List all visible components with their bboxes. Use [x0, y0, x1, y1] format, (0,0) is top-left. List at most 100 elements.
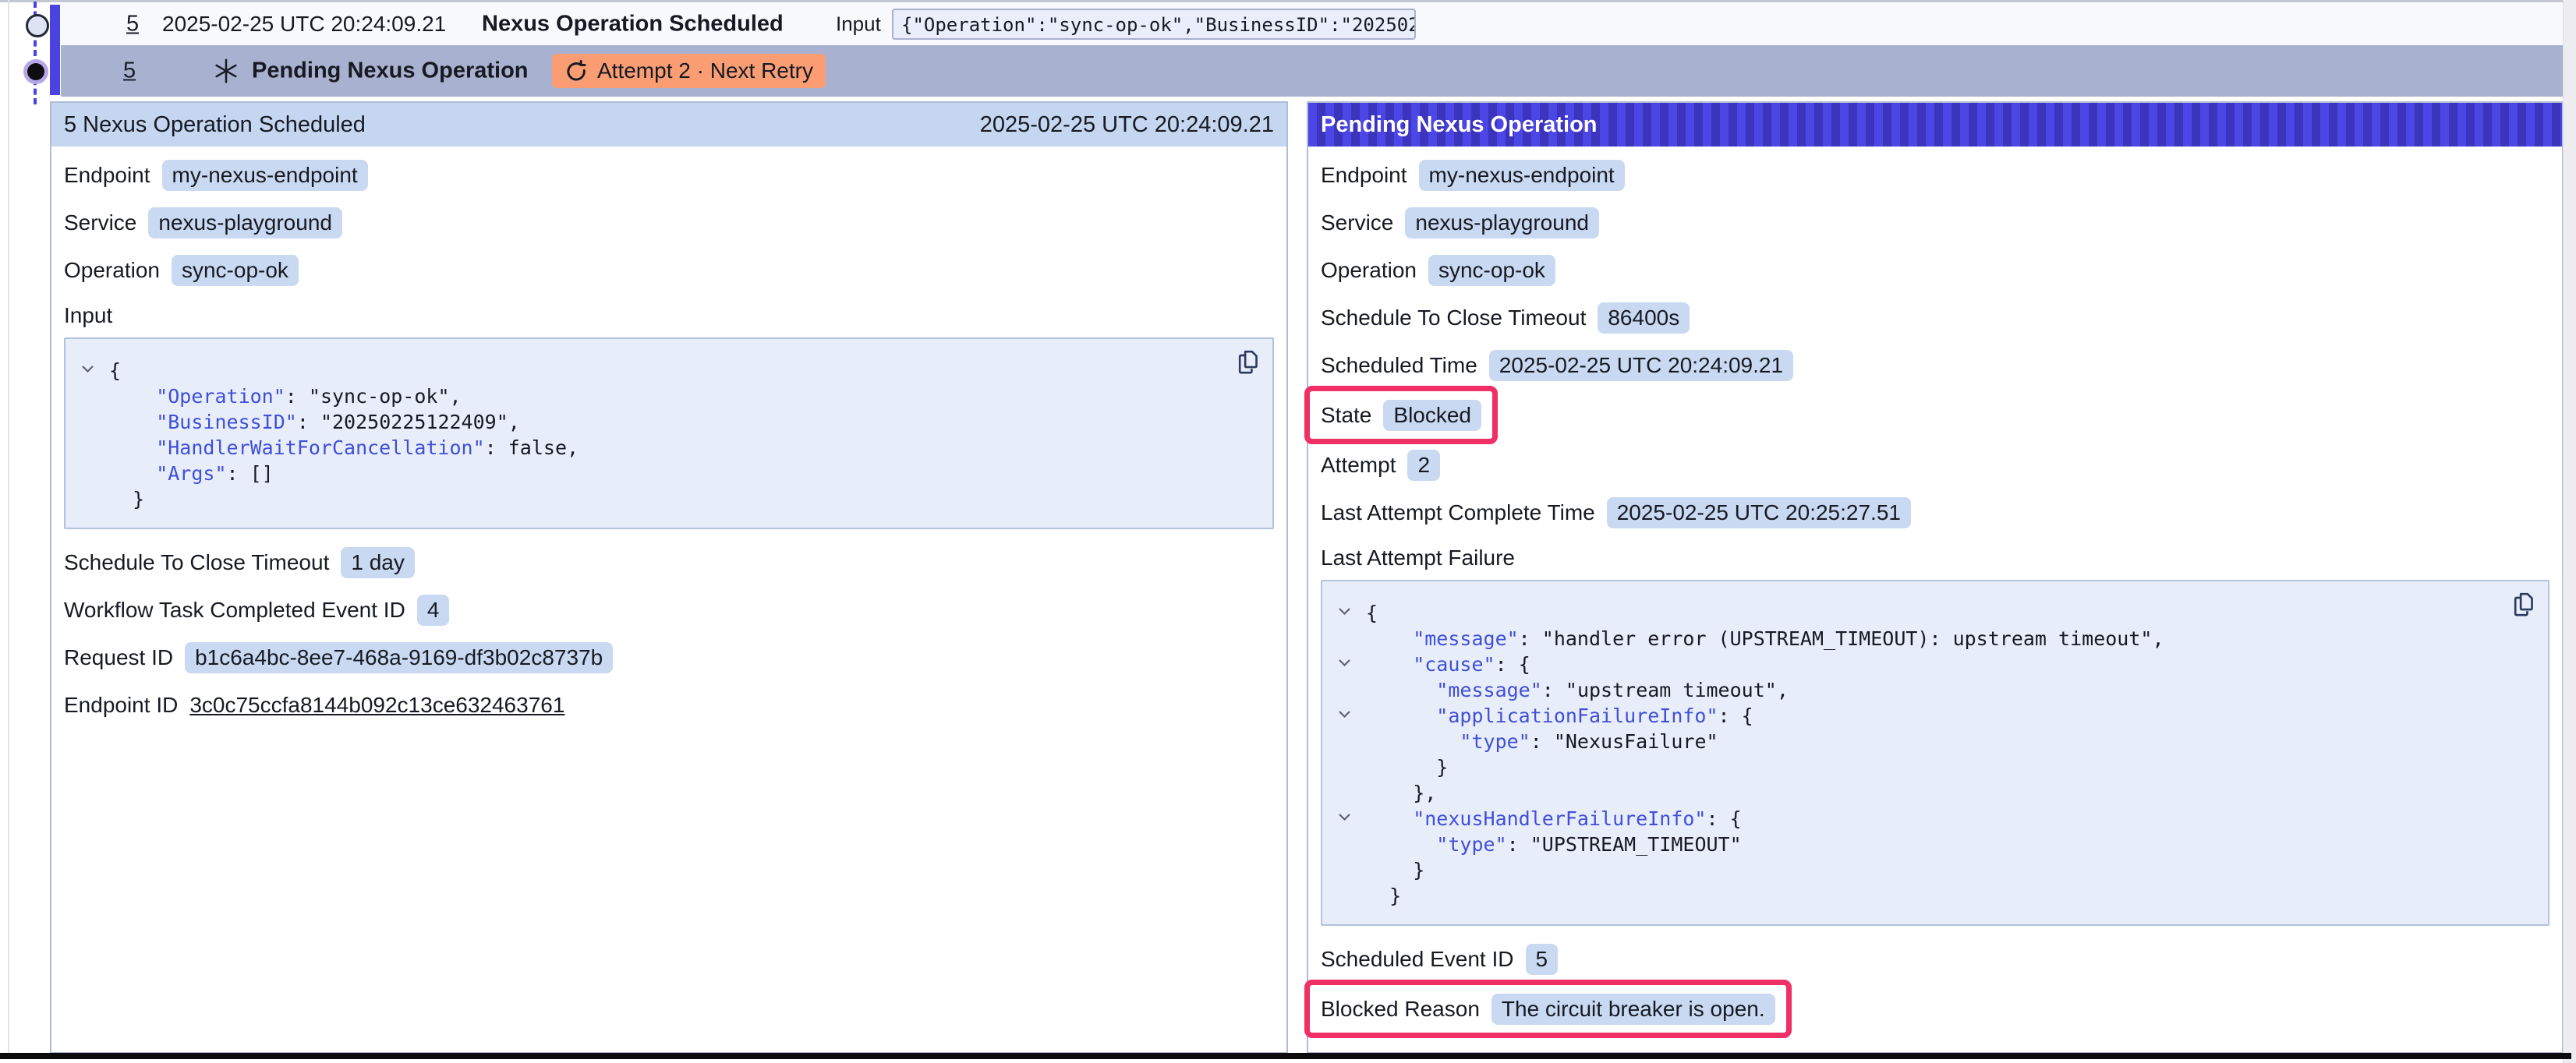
section-label: Input: [64, 303, 1274, 328]
json-key: "message": [1366, 679, 1542, 701]
code-line: "message": "handler error (UPSTREAM_TIME…: [1366, 626, 2532, 652]
json-key: "Args": [109, 462, 227, 485]
section-label: Last Attempt Failure: [1321, 546, 2549, 570]
code-line: {: [109, 358, 1257, 383]
annotation-highlight: Blocked Reason The circuit breaker is ope…: [1304, 980, 1792, 1038]
field-value[interactable]: 3c0c75ccfa8144b092c13ce632463761: [189, 693, 564, 718]
json-text: }: [1366, 756, 1448, 779]
json-key: "HandlerWaitForCancellation": [109, 436, 485, 459]
json-key: "message": [1366, 627, 1519, 650]
json-text: "UPSTREAM_TIMEOUT": [1530, 833, 1742, 856]
collapse-chevron-icon[interactable]: [1338, 813, 1351, 821]
code-line: "Args": []: [109, 461, 1257, 486]
code-line: "message": "upstream timeout",: [1366, 677, 2532, 703]
json-text: :: [485, 436, 508, 459]
json-text: false,: [508, 436, 579, 459]
field-label: Blocked Reason: [1321, 997, 1480, 1022]
code-line: "type": "UPSTREAM_TIMEOUT": [1366, 832, 2532, 857]
collapse-chevron-icon[interactable]: [1338, 710, 1351, 719]
json-text: "upstream timeout",: [1566, 679, 1789, 701]
code-line: {: [1366, 600, 2532, 626]
timeline-active-bar: [50, 5, 60, 95]
field-label: Attempt: [1321, 453, 1396, 478]
json-text: }: [1366, 885, 1401, 907]
json-text: },: [1366, 782, 1436, 804]
json-key: "BusinessID": [109, 411, 297, 433]
field-value: 4: [417, 595, 450, 626]
code-line: }: [1366, 857, 2532, 883]
field-row-state: StateBlocked: [1321, 399, 1481, 431]
json-text: "handler error (UPSTREAM_TIMEOUT): upstr…: [1542, 627, 2164, 650]
event-row-pending-nexus-operation[interactable]: 5 Pending Nexus Operation Attempt 2 · Ne…: [61, 45, 2564, 97]
code-block: { "Operation": "sync-op-ok", "BusinessID…: [64, 337, 1274, 529]
json-key: "type": [1366, 833, 1507, 856]
collapse-chevron-icon[interactable]: [1338, 607, 1351, 616]
json-text: "20250225122409",: [320, 411, 520, 433]
code-line: }: [1366, 754, 2532, 780]
code-line: "BusinessID": "20250225122409",: [109, 409, 1257, 435]
event-title: Nexus Operation Scheduled: [482, 12, 784, 37]
event-row-nexus-operation-scheduled[interactable]: 5 2025-02-25 UTC 20:24:09.21 Nexus Opera…: [61, 3, 2564, 45]
collapse-chevron-icon[interactable]: [1338, 659, 1351, 667]
json-text: :: [1707, 807, 1730, 830]
field-value: 1 day: [341, 547, 415, 578]
event-input-label: Input: [836, 12, 881, 37]
json-text: :: [297, 411, 320, 433]
field-value: 86400s: [1598, 302, 1690, 334]
json-text: :: [1495, 653, 1519, 676]
json-text: :: [1507, 833, 1530, 856]
field-row-scheduled-time: Scheduled Time2025-02-25 UTC 20:24:09.21: [1321, 349, 2549, 381]
field-value: my-nexus-endpoint: [162, 160, 368, 191]
retry-icon: [564, 59, 588, 83]
event-id-link[interactable]: 5: [123, 58, 136, 84]
field-row-last-attempt-complete-time: Last Attempt Complete Time2025-02-25 UTC…: [1321, 496, 2549, 528]
field-label: Scheduled Event ID: [1321, 947, 1514, 972]
field-label: Request ID: [64, 645, 173, 670]
attempt-retry-badge[interactable]: Attempt 2 · Next Retry: [552, 54, 826, 88]
field-row-schedule-to-close-timeout: Schedule To Close Timeout 86400s: [1321, 302, 2549, 334]
panel-timestamp: 2025-02-25 UTC 20:24:09.21: [980, 112, 1274, 138]
json-key: "Operation": [109, 385, 285, 408]
field-label: Schedule To Close Timeout: [64, 550, 329, 575]
field-label: Workflow Task Completed Event ID: [64, 598, 405, 623]
field-value: my-nexus-endpoint: [1419, 160, 1625, 191]
code-line: "HandlerWaitForCancellation": false,: [109, 435, 1257, 461]
field-row-blocked-reason: Blocked Reason The circuit breaker is ope…: [1321, 993, 1775, 1025]
field-row-scheduled-event-id: Scheduled Event ID 5: [1321, 943, 2549, 975]
code-line: }: [109, 486, 1257, 512]
panel-header-pending: Pending Nexus Operation: [1308, 103, 2562, 147]
field-label: Service: [1321, 210, 1393, 235]
collapse-chevron-icon[interactable]: [81, 365, 94, 373]
event-detail-panel-scheduled: 5 Nexus Operation Scheduled 2025-02-25 U…: [50, 101, 1288, 1054]
scrollbar-track[interactable]: [2563, 0, 2576, 1063]
event-id-link[interactable]: 5: [126, 12, 139, 37]
code-line: "cause": {: [1366, 652, 2532, 677]
json-text: :: [1542, 679, 1566, 701]
field-value: nexus-playground: [1405, 207, 1599, 238]
field-value: b1c6a4bc-8ee7-468a-9169-df3b02c8737b: [185, 642, 613, 673]
field-row-operation: Operationsync-op-ok: [64, 254, 1274, 286]
field-label: Endpoint ID: [64, 693, 178, 718]
field-label: Endpoint: [64, 163, 150, 188]
field-label: Schedule To Close Timeout: [1321, 305, 1586, 330]
code-line: "Operation": "sync-op-ok",: [109, 383, 1257, 409]
field-row-schedule-to-close-timeout: Schedule To Close Timeout 1 day: [64, 546, 1274, 578]
field-value: The circuit breaker is open.: [1491, 994, 1775, 1025]
event-input-preview-chip[interactable]: {"Operation":"sync-op-ok","BusinessID":"…: [892, 9, 1416, 40]
field-row-service: Service nexus-playground: [1321, 207, 2549, 238]
field-label: Scheduled Time: [1321, 353, 1477, 378]
event-detail-panel-pending: Pending Nexus Operation Endpoint my-nexus…: [1307, 101, 2564, 1054]
json-text: {: [1519, 653, 1530, 676]
bottom-divider: [0, 1053, 2571, 1059]
code-line: "type": "NexusFailure": [1366, 729, 2532, 754]
json-text: {: [1742, 705, 1753, 727]
json-text: :: [1519, 627, 1542, 650]
field-label: Endpoint: [1321, 163, 1407, 188]
json-text: :: [285, 385, 309, 408]
field-row-endpoint: Endpoint my-nexus-endpoint: [1321, 159, 2549, 191]
code-line: }: [1366, 883, 2532, 909]
field-label: Operation: [1321, 258, 1417, 283]
field-value: sync-op-ok: [1428, 255, 1555, 286]
field-value: 5: [1526, 944, 1559, 975]
panel-title: 5 Nexus Operation Scheduled: [64, 112, 366, 138]
